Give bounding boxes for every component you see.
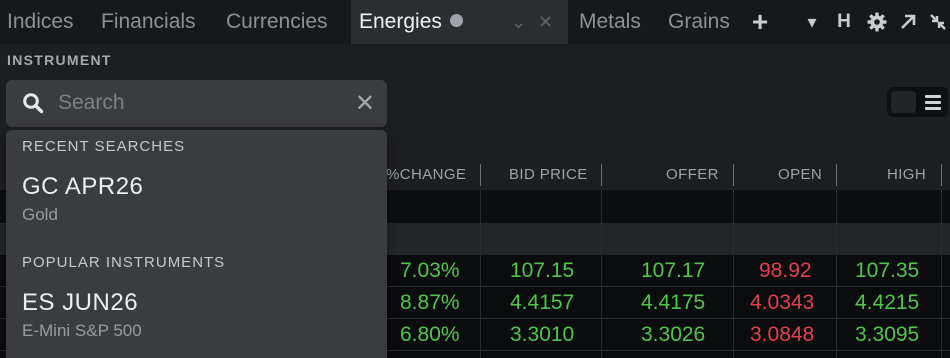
tab-chevron-icon[interactable]: ⌄ xyxy=(511,0,526,44)
cell-high: 4.4215 xyxy=(855,291,920,314)
col-header-high[interactable]: HIGH xyxy=(887,160,926,190)
popular-item-symbol: ES JUN26 xyxy=(22,289,139,316)
dropdown-arrow-icon[interactable]: ▾ xyxy=(802,0,822,44)
search-input[interactable]: Search ✕ xyxy=(6,80,387,127)
cell-bid: 3.3010 xyxy=(510,323,575,346)
list-view-icon[interactable] xyxy=(925,95,941,113)
popular-instruments-heading: POPULAR INSTRUMENTS xyxy=(22,254,226,271)
cell-open: 98.92 xyxy=(759,259,812,282)
popular-item-name: E-Mini S&P 500 xyxy=(22,321,142,340)
cell-offer: 4.4175 xyxy=(641,291,706,314)
clear-search-icon[interactable]: ✕ xyxy=(355,89,375,118)
recent-item-name: Gold xyxy=(22,205,58,224)
col-header-bid[interactable]: BID PRICE xyxy=(509,160,588,190)
col-header-offer[interactable]: OFFER xyxy=(666,160,719,190)
cell-open: 3.0848 xyxy=(750,323,815,346)
cell-high: 107.35 xyxy=(855,259,920,282)
cell-offer: 107.17 xyxy=(641,259,706,282)
col-header-open[interactable]: OPEN xyxy=(778,160,822,190)
tab-metals[interactable]: Metals xyxy=(579,0,641,44)
tab-grains[interactable]: Grains xyxy=(668,0,730,44)
tab-currencies[interactable]: Currencies xyxy=(226,0,328,44)
popout-icon[interactable] xyxy=(897,0,919,44)
tab-close-icon[interactable]: ✕ xyxy=(538,0,553,44)
tab-indices[interactable]: Indices xyxy=(7,0,74,44)
h-button[interactable]: H xyxy=(834,0,854,44)
cell-change: 8.87% xyxy=(400,291,460,314)
tab-financials[interactable]: Financials xyxy=(101,0,196,44)
tab-energies-label: Energies xyxy=(359,10,442,33)
cell-open: 4.0343 xyxy=(750,291,815,314)
cell-high: 3.3095 xyxy=(855,323,920,346)
tab-energies[interactable]: Energies xyxy=(351,0,568,44)
instrument-label: INSTRUMENT xyxy=(7,52,112,68)
cell-bid: 4.4157 xyxy=(510,291,575,314)
cell-change: 6.80% xyxy=(400,323,460,346)
cell-change: 7.03% xyxy=(400,259,460,282)
view-toggle[interactable] xyxy=(887,87,948,117)
search-placeholder: Search xyxy=(58,91,125,114)
col-header-change[interactable]: %CHANGE xyxy=(386,160,466,190)
tab-bar: Indices Financials Currencies Energies ⌄… xyxy=(0,0,950,44)
recent-searches-heading: RECENT SEARCHES xyxy=(22,138,186,155)
cell-offer: 3.3026 xyxy=(641,323,706,346)
collapse-icon[interactable] xyxy=(927,0,949,44)
recent-item-symbol: GC APR26 xyxy=(22,173,144,200)
cell-bid: 107.15 xyxy=(510,259,575,282)
unsaved-dot-icon xyxy=(449,13,463,27)
search-icon xyxy=(22,92,44,119)
add-tab-icon[interactable]: + xyxy=(748,0,772,44)
grid-view-option[interactable] xyxy=(891,91,916,113)
gear-icon[interactable] xyxy=(865,0,889,44)
search-dropdown: RECENT SEARCHES GC APR26 Gold POPULAR IN… xyxy=(6,130,387,358)
